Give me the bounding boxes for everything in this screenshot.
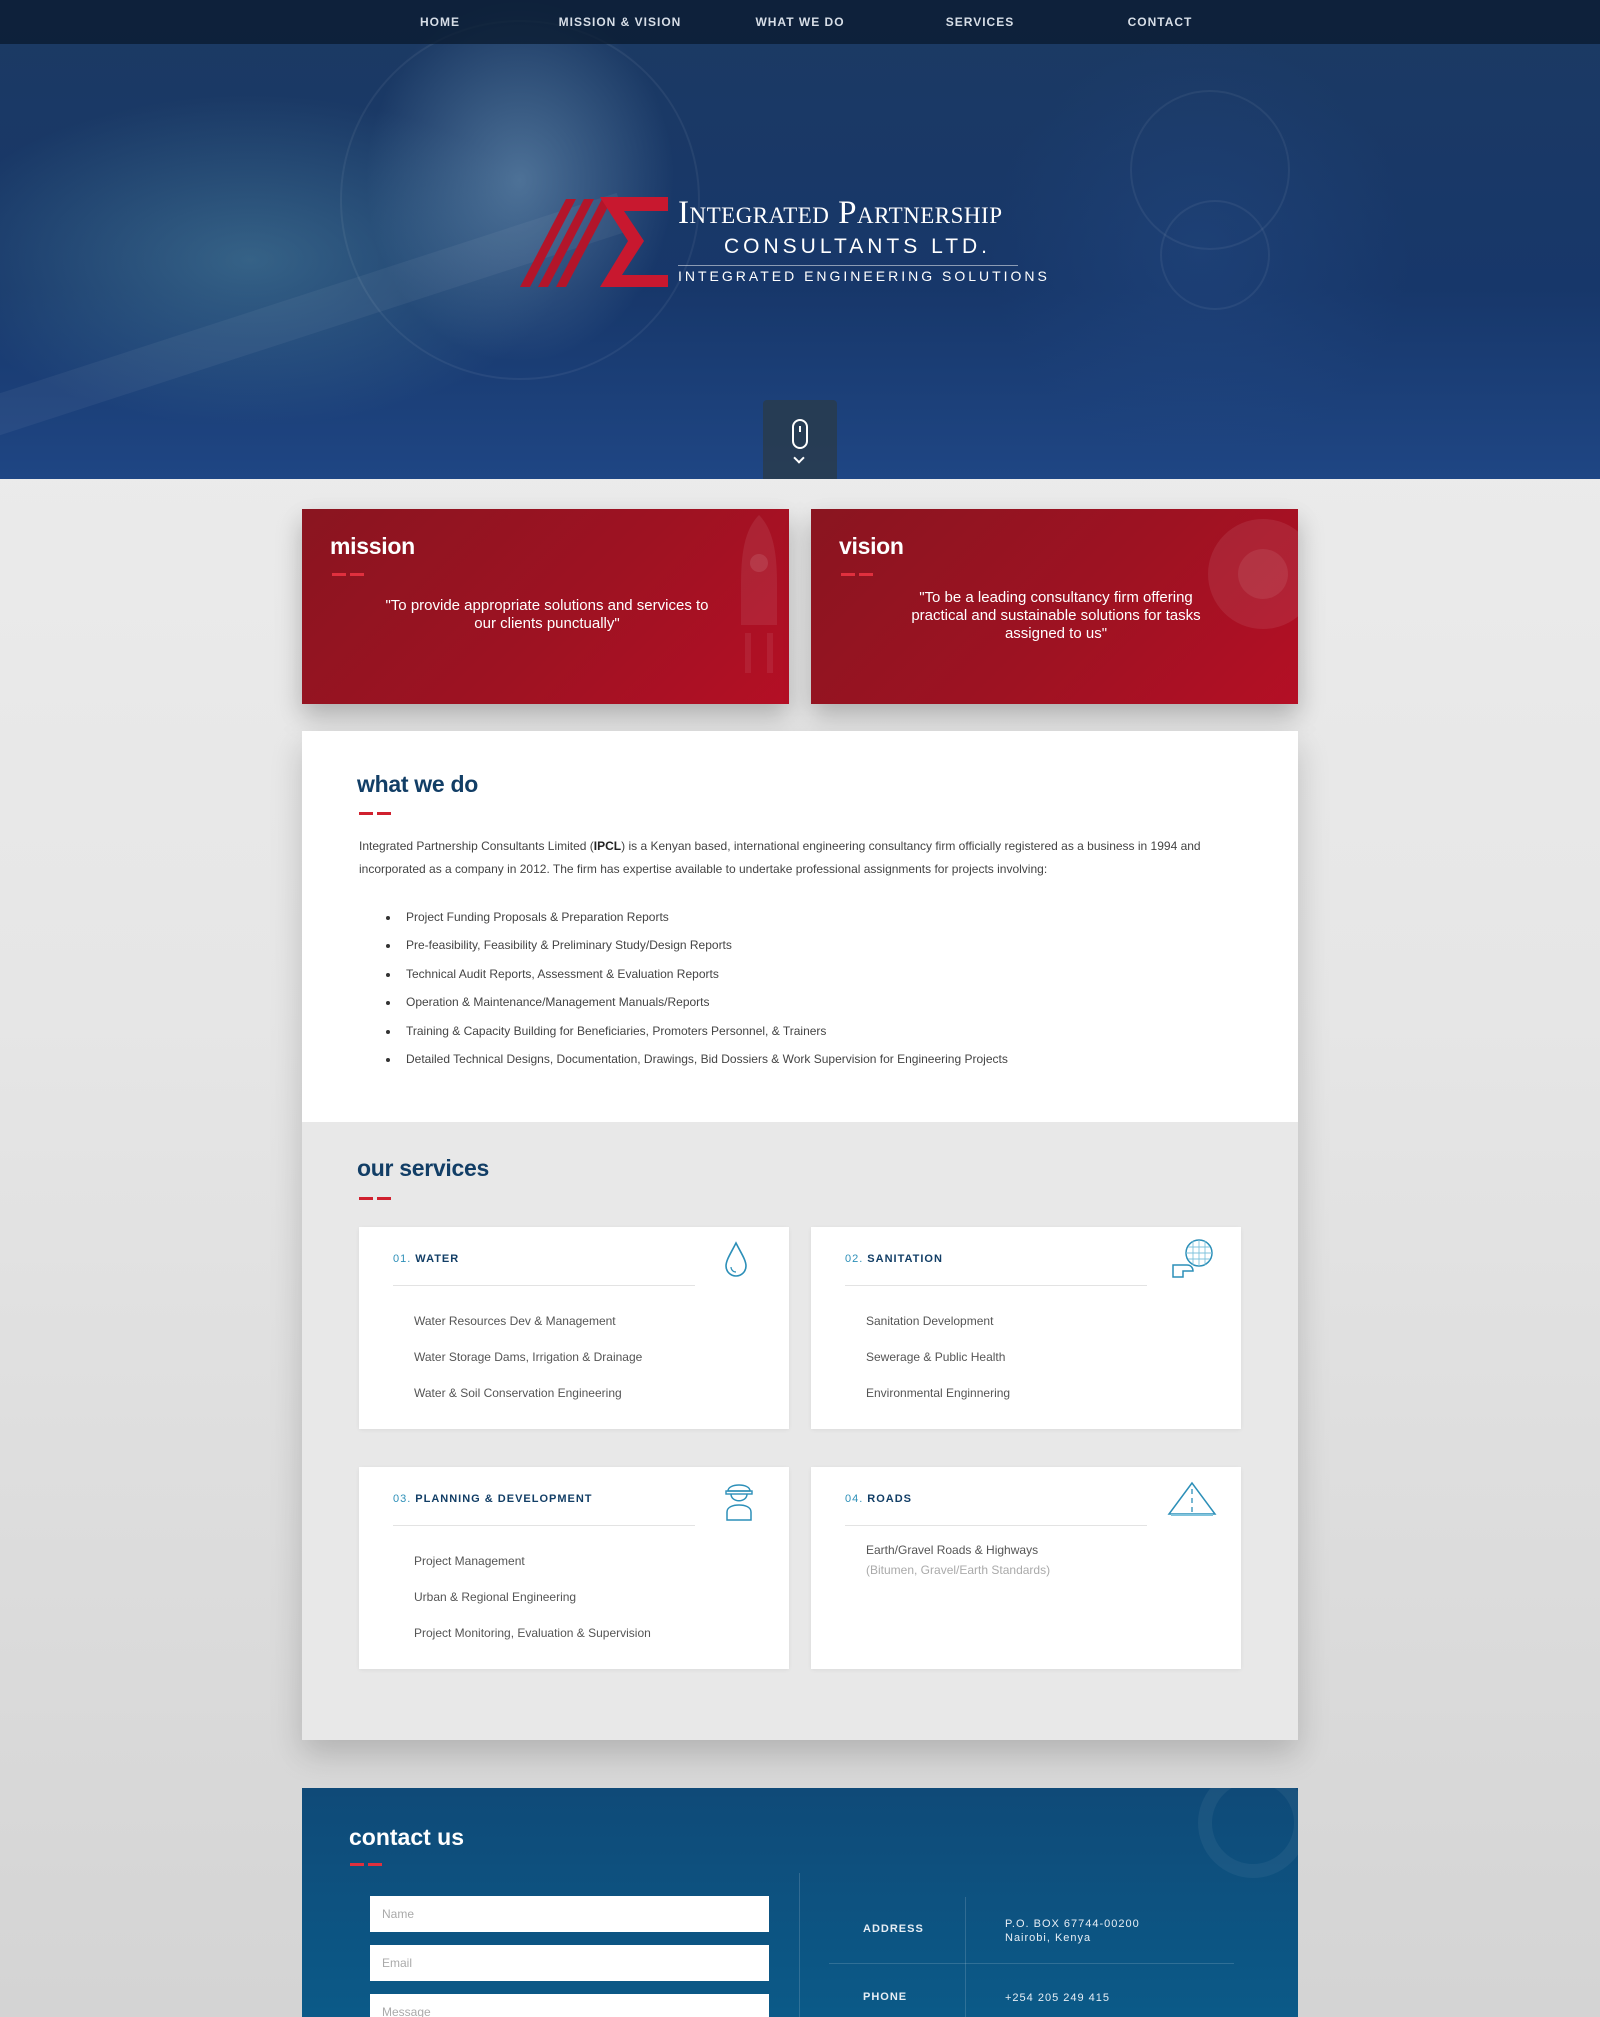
nav-home[interactable]: HOME xyxy=(350,15,530,29)
divider xyxy=(799,1873,800,2017)
divider xyxy=(965,1897,966,2017)
divider xyxy=(845,1525,1147,1526)
list-item: Detailed Technical Designs, Documentatio… xyxy=(386,1045,1008,1073)
divider xyxy=(393,1525,695,1526)
service-item-note: (Bitumen, Gravel/Earth Standards) xyxy=(866,1563,1051,1577)
contact-section: contact us ADDRESS P.O. BOX 67744-00200 … xyxy=(302,1788,1298,2017)
divider xyxy=(845,1285,1147,1286)
list-item: Pre-feasibility, Feasibility & Prelimina… xyxy=(386,931,1008,959)
list-item: Project Funding Proposals & Preparation … xyxy=(386,903,1008,931)
mission-title: mission xyxy=(330,533,415,559)
logo-sigma-icon xyxy=(520,197,668,287)
service-item: Project Management xyxy=(414,1554,525,1568)
rocket-icon xyxy=(741,515,777,673)
service-items: Earth/Gravel Roads & Highways (Bitumen, … xyxy=(866,1539,1050,1579)
service-item: Water & Soil Conservation Engineering xyxy=(414,1386,622,1400)
water-drop-icon xyxy=(725,1241,747,1277)
logo-tagline: INTEGRATED ENGINEERING SOLUTIONS xyxy=(678,265,1047,284)
sanitation-icon xyxy=(1172,1239,1213,1278)
service-name: SANITATION xyxy=(867,1253,943,1265)
nav-services[interactable]: SERVICES xyxy=(890,15,1070,29)
service-name: PLANNING & DEVELOPMENT xyxy=(415,1493,593,1505)
title-underline xyxy=(359,1197,393,1200)
phone-label: PHONE xyxy=(863,1991,908,2003)
nav-contact[interactable]: CONTACT xyxy=(1070,15,1250,29)
title-underline xyxy=(841,573,875,576)
service-item: Earth/Gravel Roads & Highways xyxy=(866,1543,1039,1557)
service-items: Project Management Urban & Regional Engi… xyxy=(414,1543,651,1651)
address-value: P.O. BOX 67744-00200 Nairobi, Kenya xyxy=(1005,1917,1140,1945)
intro-text-start: Integrated Partnership Consultants Limit… xyxy=(359,839,594,853)
mission-card: mission "To provide appropriate solution… xyxy=(302,509,789,704)
what-we-do-section: what we do Integrated Partnership Consul… xyxy=(302,731,1298,1122)
service-item: Water Resources Dev & Management xyxy=(414,1314,616,1328)
address-label: ADDRESS xyxy=(863,1923,924,1935)
services-section: our services 01. WATER Water Resources De… xyxy=(302,1122,1298,1740)
divider xyxy=(393,1285,695,1286)
title-underline xyxy=(332,573,366,576)
chevron-down-icon xyxy=(793,452,805,464)
logo-company-name: Integrated Partnership xyxy=(678,195,1003,231)
list-item: Operation & Maintenance/Management Manua… xyxy=(386,988,1008,1016)
service-item: Sanitation Development xyxy=(866,1314,994,1328)
phone-value[interactable]: +254 205 249 415 xyxy=(1005,1991,1110,2005)
service-heading: 02. SANITATION xyxy=(845,1253,943,1265)
divider xyxy=(829,1963,1234,1964)
mouse-scroll-icon xyxy=(792,419,808,449)
nav-mission-vision[interactable]: MISSION & VISION xyxy=(530,15,710,29)
vision-title: vision xyxy=(839,533,904,559)
service-item: Urban & Regional Engineering xyxy=(414,1590,577,1604)
contact-title: contact us xyxy=(349,1824,465,1850)
service-heading: 03. PLANNING & DEVELOPMENT xyxy=(393,1493,593,1505)
hero-bg-shape xyxy=(1160,200,1270,310)
service-items: Sanitation Development Sewerage & Public… xyxy=(866,1303,1010,1411)
service-item: Environmental Enginnering xyxy=(866,1386,1011,1400)
vision-quote: "To be a leading consultancy firm offeri… xyxy=(911,589,1201,642)
service-number: 04. xyxy=(845,1493,864,1505)
service-item: Sewerage & Public Health xyxy=(866,1350,1006,1364)
mission-quote: "To provide appropriate solutions and se… xyxy=(385,597,709,632)
name-field[interactable] xyxy=(370,1896,769,1932)
service-heading: 04. ROADS xyxy=(845,1493,912,1505)
email-field[interactable] xyxy=(370,1945,769,1981)
hero-banner: HOME MISSION & VISION WHAT WE DO SERVICE… xyxy=(0,0,1600,479)
top-navigation: HOME MISSION & VISION WHAT WE DO SERVICE… xyxy=(0,0,1600,44)
scroll-down-button[interactable] xyxy=(763,400,837,479)
title-underline xyxy=(359,812,393,815)
service-name: ROADS xyxy=(867,1493,913,1505)
service-item: Project Monitoring, Evaluation & Supervi… xyxy=(414,1626,651,1640)
phone-icon xyxy=(1198,1788,1298,1878)
list-item: Technical Audit Reports, Assessment & Ev… xyxy=(386,960,1008,988)
title-underline xyxy=(350,1863,384,1866)
service-number: 02. xyxy=(845,1253,864,1265)
services-title: our services xyxy=(357,1155,489,1181)
message-field[interactable] xyxy=(370,1994,769,2017)
service-heading: 01. WATER xyxy=(393,1253,459,1265)
service-number: 01. xyxy=(393,1253,412,1265)
what-we-do-title: what we do xyxy=(357,771,478,797)
service-items: Water Resources Dev & Management Water S… xyxy=(414,1303,642,1411)
service-card-planning: 03. PLANNING & DEVELOPMENT Project Manage… xyxy=(359,1467,789,1669)
service-number: 03. xyxy=(393,1493,412,1505)
company-logo[interactable]: Integrated Partnership CONSULTANTS LTD. … xyxy=(520,195,1047,290)
service-name: WATER xyxy=(415,1253,460,1265)
list-item: Training & Capacity Building for Benefic… xyxy=(386,1017,1008,1045)
logo-company-suffix: CONSULTANTS LTD. xyxy=(724,235,992,258)
road-icon xyxy=(1167,1481,1217,1516)
what-we-do-intro: Integrated Partnership Consultants Limit… xyxy=(359,835,1249,881)
content-panel: what we do Integrated Partnership Consul… xyxy=(302,731,1298,1740)
intro-abbreviation: IPCL xyxy=(593,839,622,853)
target-icon xyxy=(1208,519,1298,629)
engineer-icon xyxy=(725,1484,753,1521)
address-city: Nairobi, Kenya xyxy=(1005,1932,1092,1944)
expertise-list: Project Funding Proposals & Preparation … xyxy=(386,903,1008,1073)
nav-what-we-do[interactable]: WHAT WE DO xyxy=(710,15,890,29)
address-line: P.O. BOX 67744-00200 xyxy=(1005,1918,1140,1930)
service-card-roads: 04. ROADS Earth/Gravel Roads & Highways (… xyxy=(811,1467,1241,1669)
service-card-sanitation: 02. SANITATION Sanitation Development Sew… xyxy=(811,1227,1241,1429)
vision-card: vision "To be a leading consultancy firm… xyxy=(811,509,1298,704)
service-card-water: 01. WATER Water Resources Dev & Managemen… xyxy=(359,1227,789,1429)
service-item: Water Storage Dams, Irrigation & Drainag… xyxy=(414,1350,643,1364)
